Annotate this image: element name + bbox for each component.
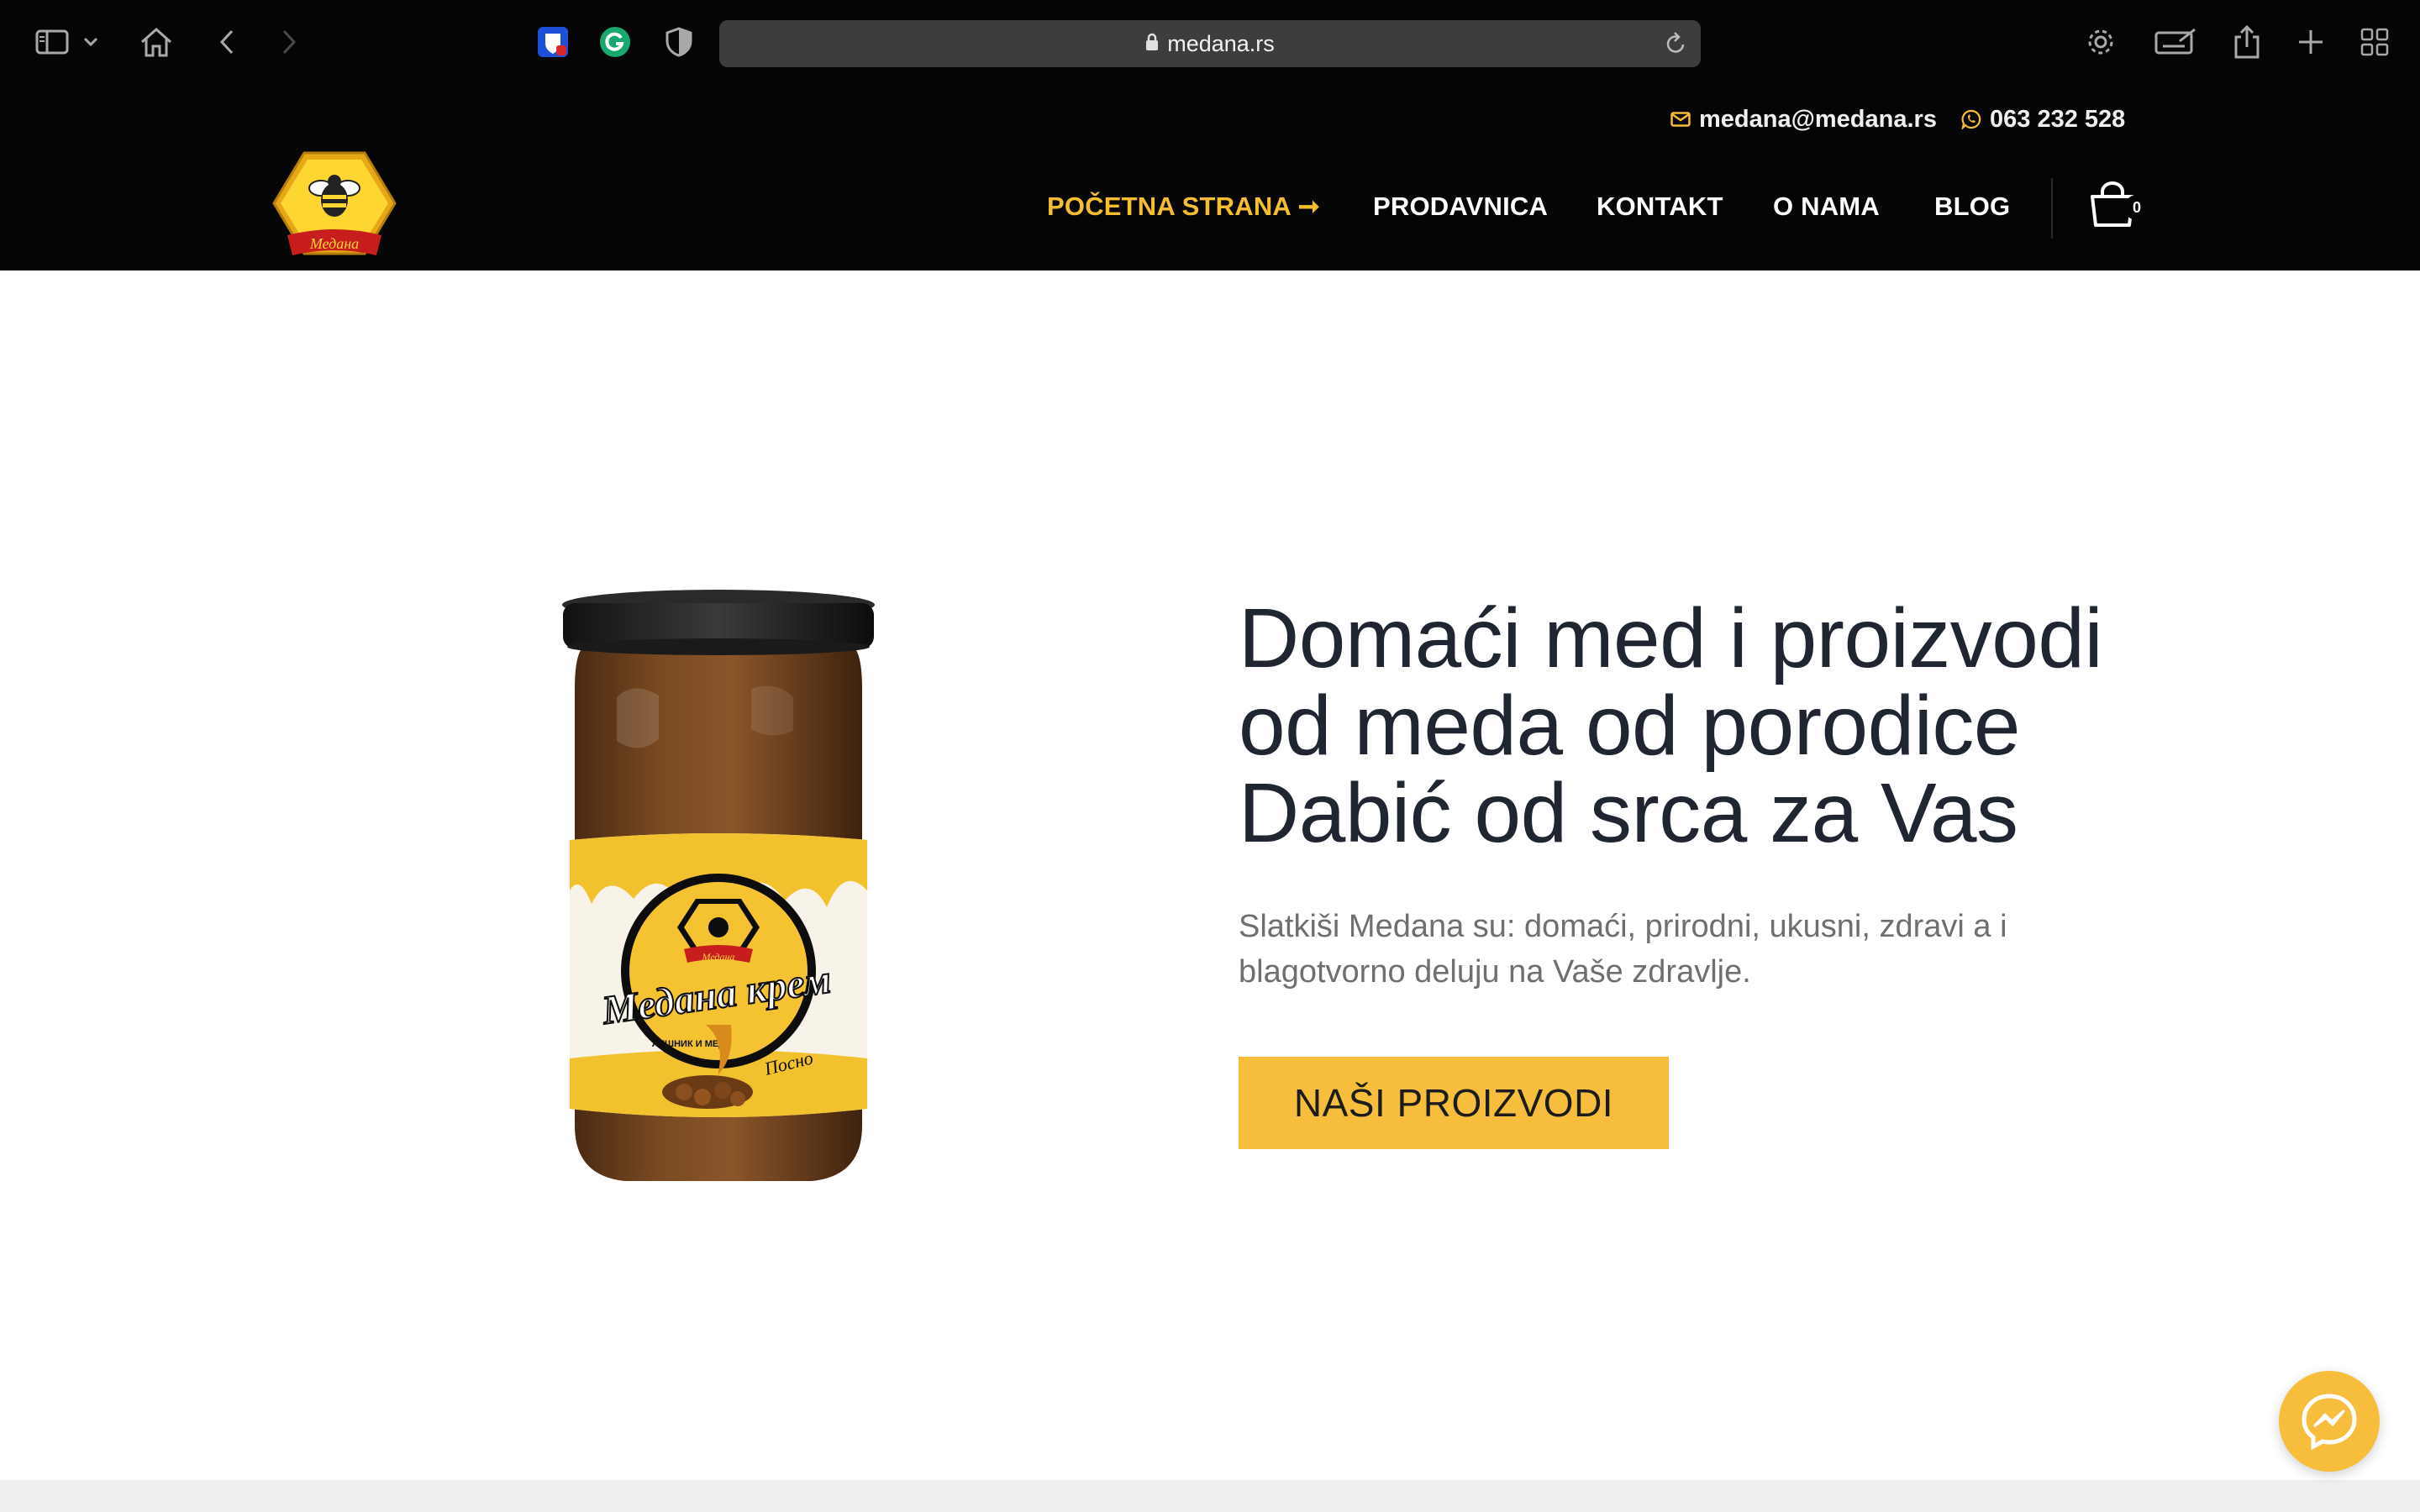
reload-icon[interactable] xyxy=(1664,30,1687,61)
share-icon[interactable] xyxy=(2228,24,2265,60)
privacy-shield-icon[interactable] xyxy=(660,24,697,60)
whatsapp-icon xyxy=(1961,109,1981,129)
address-bar[interactable]: medana.rs xyxy=(719,20,1701,67)
grammarly-icon[interactable] xyxy=(597,24,634,60)
forward-icon[interactable] xyxy=(271,24,308,60)
chevron-down-icon[interactable] xyxy=(79,24,103,60)
phone-link[interactable]: 063 232 528 xyxy=(1961,102,2125,136)
keyboard-icon[interactable] xyxy=(2153,24,2198,60)
product-jar-image: Медана Медана крем ЛЕШНИК И МЕД Посно xyxy=(562,590,875,1181)
nav-home-label: POČETNA STRANA xyxy=(1047,192,1291,221)
email-link[interactable]: medana@medana.rs xyxy=(1670,102,1937,136)
lock-icon xyxy=(1145,31,1159,57)
hero-description: Slatkiši Medana su: domaći, prirodni, uk… xyxy=(1239,909,2007,990)
new-tab-icon[interactable] xyxy=(2292,24,2329,60)
sidebar-icon[interactable] xyxy=(34,24,71,60)
phone-text: 063 232 528 xyxy=(1990,105,2126,133)
arrow-right-icon: ➞ xyxy=(1297,192,1320,221)
gear-icon[interactable] xyxy=(2082,24,2119,60)
back-icon[interactable] xyxy=(208,24,245,60)
next-section-edge xyxy=(0,1480,2420,1512)
nav-shop[interactable]: PRODAVNICA xyxy=(1373,192,1548,225)
nav-blog[interactable]: BLOG xyxy=(1934,192,2010,225)
url-text: medana.rs xyxy=(1167,30,1275,56)
hero-title-line-2: od meda od porodice xyxy=(1239,679,2021,773)
cart-count-badge: 0 xyxy=(2124,195,2149,220)
home-icon[interactable] xyxy=(138,24,175,60)
hero-title: Domaći med i proizvodi od meda od porodi… xyxy=(1239,595,2180,857)
bitwarden-icon[interactable] xyxy=(534,24,571,60)
medana-logo[interactable]: Медана xyxy=(271,148,398,269)
envelope-icon xyxy=(1670,112,1691,127)
nav-home[interactable]: POČETNA STRANA ➞ xyxy=(1047,192,1320,225)
our-products-button[interactable]: NAŠI PROIZVODI xyxy=(1239,1057,1669,1149)
hero-title-line-1: Domaći med i proizvodi xyxy=(1239,591,2103,685)
jar-ingredients: ЛЕШНИК И МЕД xyxy=(652,1039,725,1049)
logo-text: Медана xyxy=(309,235,359,252)
jar-brand-text: Медана xyxy=(702,951,735,963)
nav-divider xyxy=(2051,178,2053,239)
hero-title-line-3: Dabić od srca za Vas xyxy=(1239,766,2018,860)
email-text: medana@medana.rs xyxy=(1699,105,1937,133)
nav-contact[interactable]: KONTAKT xyxy=(1597,192,1723,225)
messenger-chat-button[interactable] xyxy=(2279,1371,2380,1472)
messenger-icon xyxy=(2302,1394,2357,1451)
browser-toolbar: medana.rs xyxy=(0,0,2420,84)
tab-overview-icon[interactable] xyxy=(2356,24,2393,60)
nav-about[interactable]: O NAMA xyxy=(1773,192,1880,225)
